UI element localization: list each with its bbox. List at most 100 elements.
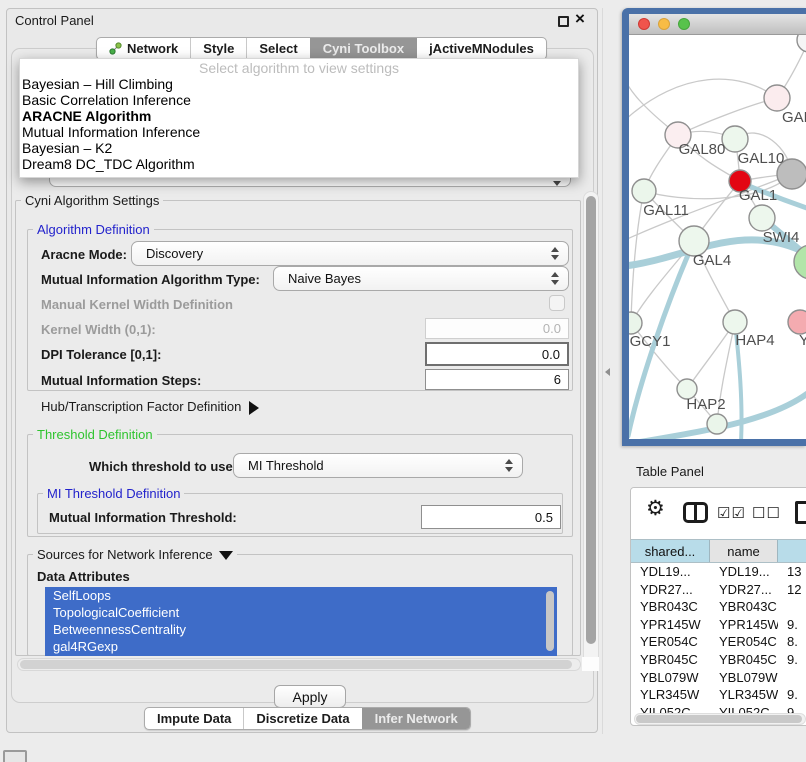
table-cell: 13 xyxy=(778,563,806,581)
tab-infer-network[interactable]: Infer Network xyxy=(362,708,470,729)
attribute-item-gal4rgexp[interactable]: gal4RGexp xyxy=(45,638,557,655)
network-node-gal10[interactable] xyxy=(722,126,748,152)
node-label: SWI4 xyxy=(763,229,800,246)
docked-panel-icon[interactable] xyxy=(3,750,27,762)
mi-type-select[interactable]: Naive Bayes xyxy=(273,266,569,291)
tab-discretize-data[interactable]: Discretize Data xyxy=(243,708,361,729)
table-row[interactable]: YDR27...YDR27...12 xyxy=(631,581,806,599)
dpi-tolerance-input[interactable] xyxy=(425,342,569,366)
zoom-window-icon[interactable] xyxy=(678,18,690,30)
attributes-list-scrollbar[interactable] xyxy=(546,591,554,651)
close-panel-icon[interactable]: × xyxy=(575,9,585,29)
float-panel-icon[interactable] xyxy=(558,16,569,27)
network-node-y[interactable] xyxy=(788,310,806,334)
apply-button[interactable]: Apply xyxy=(274,685,346,708)
select-all-icon[interactable]: ☑☑ xyxy=(717,504,746,522)
split-columns-icon[interactable] xyxy=(683,502,708,523)
tab-jactivemnodules[interactable]: jActiveMNodules xyxy=(416,38,546,59)
mi-steps-input[interactable] xyxy=(425,369,569,390)
tab-label: Discretize Data xyxy=(256,711,349,726)
table-cell: YBR043C xyxy=(710,598,778,616)
network-node[interactable] xyxy=(797,35,806,52)
network-edge xyxy=(631,191,644,323)
threshold-definition-title: Threshold Definition xyxy=(33,427,157,442)
network-window-titlebar[interactable] xyxy=(629,14,806,35)
hub-definition-toggle[interactable]: Hub/Transcription Factor Definition xyxy=(41,399,259,415)
algorithm-option-dream8-dc-tdc-algorithm[interactable]: Dream8 DC_TDC Algorithm xyxy=(20,156,578,172)
control-panel: Control Panel × NetworkStyleSelectCyni T… xyxy=(6,8,598,733)
column-header-2[interactable] xyxy=(778,540,806,562)
tab-cyni-toolbox[interactable]: Cyni Toolbox xyxy=(310,38,416,59)
close-window-icon[interactable] xyxy=(638,18,650,30)
table-cell: YPR145W xyxy=(631,616,710,634)
table-row[interactable]: YDL19...YDL19...13 xyxy=(631,563,806,581)
column-header-name[interactable]: name xyxy=(710,540,778,562)
new-column-icon[interactable] xyxy=(795,501,806,524)
application-window: Control Panel × NetworkStyleSelectCyni T… xyxy=(0,0,806,762)
tab-style[interactable]: Style xyxy=(190,38,246,59)
tab-network[interactable]: Network xyxy=(97,38,190,59)
node-label: GAL10 xyxy=(738,150,785,167)
algorithm-option-basic-correlation-inference[interactable]: Basic Correlation Inference xyxy=(20,92,578,108)
mi-threshold-input[interactable] xyxy=(421,505,561,529)
table-cell: 12 xyxy=(778,581,806,599)
data-attributes-list[interactable]: SelfLoopsTopologicalCoefficientBetweenne… xyxy=(45,587,557,656)
algorithm-option-aracne-algorithm[interactable]: ARACNE Algorithm xyxy=(20,108,578,124)
panel-divider[interactable] xyxy=(602,8,603,734)
network-node[interactable] xyxy=(707,414,727,434)
node-label: HAP4 xyxy=(735,332,774,349)
table-row[interactable]: YBL079WYBL079W xyxy=(631,669,806,687)
network-node-swi4[interactable] xyxy=(749,205,775,231)
attribute-item-selfloops[interactable]: SelfLoops xyxy=(45,587,557,604)
algorithm-option-bayesian-hill-climbing[interactable]: Bayesian – Hill Climbing xyxy=(20,76,578,92)
table-row[interactable]: YLR345WYLR345W9. xyxy=(631,686,806,704)
column-header-shared[interactable]: shared... xyxy=(631,540,710,562)
aracne-mode-label: Aracne Mode: xyxy=(41,247,127,262)
manual-kernel-checkbox[interactable] xyxy=(549,295,565,311)
expand-right-icon xyxy=(249,401,259,415)
attribute-item-topologicalcoefficient[interactable]: TopologicalCoefficient xyxy=(45,604,557,621)
table-horizontal-scrollbar[interactable] xyxy=(636,715,802,723)
minimize-window-icon[interactable] xyxy=(658,18,670,30)
which-threshold-value: MI Threshold xyxy=(248,458,324,473)
attribute-item-betweennesscentrality[interactable]: BetweennessCentrality xyxy=(45,621,557,638)
aracne-mode-select[interactable]: Discovery xyxy=(131,241,569,266)
mi-threshold-definition-title: MI Threshold Definition xyxy=(43,486,184,501)
network-canvas[interactable]: GALGAL80GAL10GAL1GAL11SWI4GAL4GCY1HAP4YH… xyxy=(629,35,806,439)
deselect-all-icon[interactable]: ☐☐ xyxy=(752,504,781,522)
table-row[interactable]: YER054CYER054C8. xyxy=(631,633,806,651)
divider-collapse-icon[interactable] xyxy=(605,368,610,376)
network-node-gcy1[interactable] xyxy=(629,312,642,334)
node-label: GAL xyxy=(782,109,806,126)
algorithm-option-mutual-information-inference[interactable]: Mutual Information Inference xyxy=(20,124,578,140)
settings-horizontal-scrollbar[interactable] xyxy=(20,660,572,669)
sources-group-title[interactable]: Sources for Network Inference xyxy=(33,547,237,562)
table-row[interactable]: YBR043CYBR043C xyxy=(631,598,806,616)
kernel-width-label: Kernel Width (0,1): xyxy=(41,322,156,337)
node-label: Y xyxy=(799,332,806,349)
table-row[interactable]: YIL052CYIL052C9. xyxy=(631,704,806,713)
table-cell: YBR043C xyxy=(631,598,710,616)
table-cell: YBR045C xyxy=(710,651,778,669)
algorithm-option-bayesian-k2[interactable]: Bayesian – K2 xyxy=(20,140,578,156)
table-cell: YBL079W xyxy=(710,669,778,687)
settings-vertical-scrollbar[interactable] xyxy=(586,196,596,644)
table-cell xyxy=(778,598,806,616)
kernel-width-input[interactable] xyxy=(425,318,569,339)
network-node-gal[interactable] xyxy=(764,85,790,111)
tab-impute-data[interactable]: Impute Data xyxy=(145,708,243,729)
table-header-row: shared...name xyxy=(631,539,806,563)
which-threshold-select[interactable]: MI Threshold xyxy=(233,453,523,478)
algorithm-dropdown-popup: Select algorithm to view settings Bayesi… xyxy=(19,58,579,178)
dpi-tolerance-label: DPI Tolerance [0,1]: xyxy=(41,347,161,362)
table-row[interactable]: YPR145WYPR145W9. xyxy=(631,616,806,634)
table-horizontal-scrollbar-track xyxy=(634,713,806,725)
network-icon xyxy=(109,42,122,55)
tab-select[interactable]: Select xyxy=(246,38,309,59)
network-node-gal11[interactable] xyxy=(632,179,656,203)
network-node-hap4[interactable] xyxy=(723,310,747,334)
table-row[interactable]: YBR045CYBR045C9. xyxy=(631,651,806,669)
combobox-stepper-icon xyxy=(505,459,513,472)
settings-group-title: Cyni Algorithm Settings xyxy=(21,193,163,208)
gear-icon[interactable]: ⚙ xyxy=(646,496,665,521)
